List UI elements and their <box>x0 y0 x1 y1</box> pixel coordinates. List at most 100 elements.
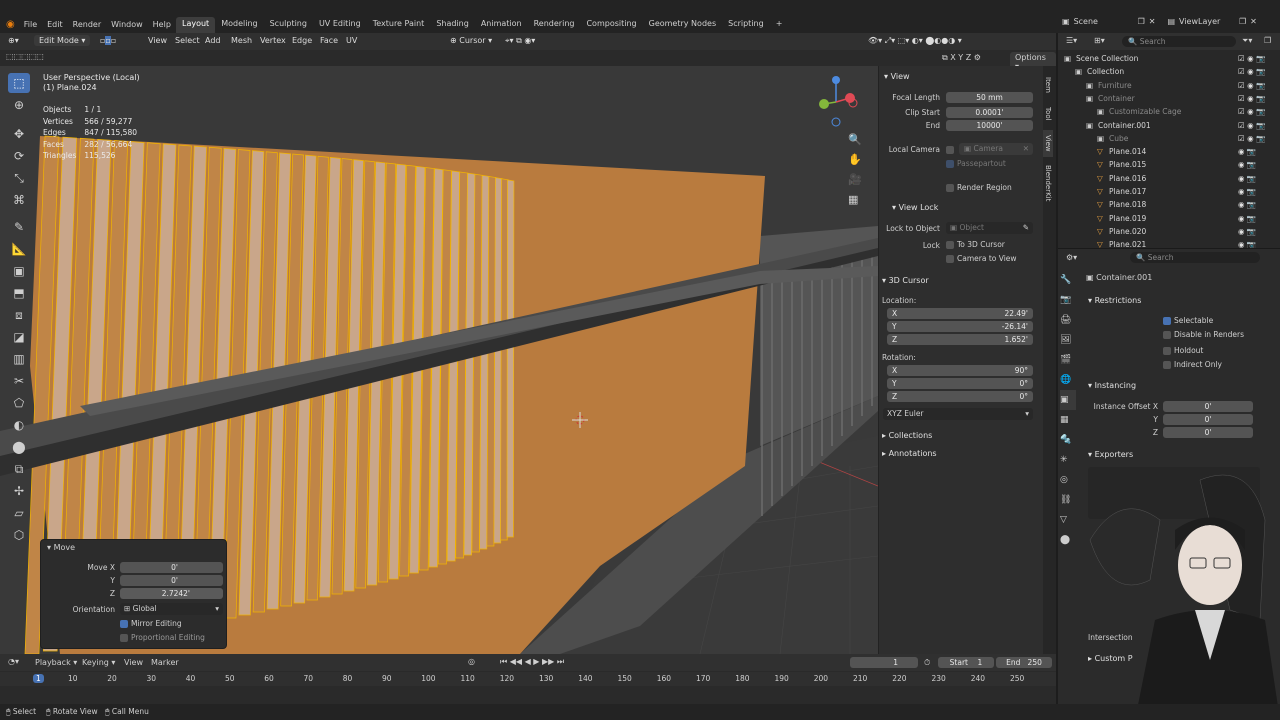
tab-item[interactable]: Item <box>1043 72 1053 98</box>
snap-icon[interactable]: ⌖▾ ⧉ ◉▾ <box>505 36 535 46</box>
shear-tool-icon[interactable]: ▱ <box>8 503 30 523</box>
instance-offset-x[interactable]: 0' <box>1163 401 1253 412</box>
outliner-item[interactable]: ▽ Plane.021 ◉ 📷 <box>1058 238 1280 248</box>
instancing-header[interactable]: ▾ Instancing <box>1088 381 1136 390</box>
outliner-item[interactable]: ▽ Plane.017 ◉ 📷 <box>1058 185 1280 198</box>
tab-uv-editing[interactable]: UV Editing <box>313 17 367 33</box>
current-frame-field[interactable]: 1 <box>850 657 918 668</box>
new-scene-icon[interactable]: ❐ <box>1138 17 1145 26</box>
outliner-item[interactable]: ▣ Container.001 ☑ ◉ 📷 <box>1058 119 1280 132</box>
indirect-only-checkbox[interactable]: Indirect Only <box>1163 360 1222 369</box>
properties-editor-icon[interactable]: ⚙▾ <box>1066 253 1077 262</box>
menu-marker[interactable]: Marker <box>151 658 179 667</box>
menu-edge[interactable]: Edge <box>292 36 312 45</box>
menu-help[interactable]: Help <box>148 20 176 29</box>
collection-props-icon[interactable]: ▣ <box>1060 390 1076 410</box>
tab-view[interactable]: View <box>1043 130 1053 157</box>
visibility-toggle-icon[interactable]: ☑ ◉ 📷 <box>1238 65 1265 78</box>
mode-dropdown[interactable]: Edit Mode ▾ <box>34 35 91 46</box>
extrude-tool-icon[interactable]: ⬒ <box>8 283 30 303</box>
rotate-tool-icon[interactable]: ⟳ <box>8 146 30 166</box>
visibility-toggle-icon[interactable]: ☑ ◉ 📷 <box>1238 92 1265 105</box>
measure-tool-icon[interactable]: 📐 <box>8 239 30 259</box>
outliner-item[interactable]: ▽ Plane.018 ◉ 📷 <box>1058 198 1280 211</box>
timeline-ruler[interactable]: 1 10 20 30 40 50 60 70 80 90 100 110 120 130 140 150 160… <box>0 672 1056 686</box>
delete-view-layer-icon[interactable]: ✕ <box>1250 17 1257 26</box>
pan-hand-icon[interactable]: ✋ <box>848 150 864 170</box>
tab-scripting[interactable]: Scripting <box>722 17 770 33</box>
rip-tool-icon[interactable]: ⬡ <box>8 525 30 545</box>
proportional-editing-checkbox[interactable]: Proportional Editing <box>120 633 205 642</box>
cursor-rot-z[interactable]: Z 0° <box>887 391 1033 402</box>
visibility-toggle-icon[interactable]: ◉ 📷 <box>1238 172 1256 185</box>
passepartout-field[interactable]: Passepartout <box>946 159 1006 168</box>
visibility-toggle-icon[interactable]: ◉ 📷 <box>1238 158 1256 171</box>
lock-object-field[interactable]: ▣ Object ✎ <box>946 222 1033 234</box>
end-frame-field[interactable]: End 250 <box>996 657 1052 668</box>
render-props-icon[interactable]: 📷 <box>1060 290 1076 310</box>
outliner-search[interactable]: 🔍 Search <box>1122 36 1236 47</box>
tool-props-icon[interactable]: 🔧 <box>1060 270 1076 290</box>
menu-uv[interactable]: UV <box>346 36 357 45</box>
outliner-item[interactable]: ▣ Container ☑ ◉ 📷 <box>1058 92 1280 105</box>
scene-name[interactable]: Scene <box>1074 17 1134 26</box>
menu-face[interactable]: Face <box>320 36 338 45</box>
outliner-item[interactable]: ▽ Plane.015 ◉ 📷 <box>1058 158 1280 171</box>
edge-slide-tool-icon[interactable]: ⧉ <box>8 459 30 479</box>
tab-animation[interactable]: Animation <box>475 17 528 33</box>
move-z-field[interactable]: 2.7242' <box>120 588 223 599</box>
visibility-toggle-icon[interactable]: ◉ 📷 <box>1238 238 1256 248</box>
outliner-item[interactable]: ▽ Plane.016 ◉ 📷 <box>1058 172 1280 185</box>
menu-playback[interactable]: Playback ▾ <box>35 658 77 667</box>
annotations-header[interactable]: ▸ Annotations <box>882 449 937 458</box>
instance-offset-y[interactable]: 0' <box>1163 414 1253 425</box>
outliner-item[interactable]: ▣ Customizable Cage ☑ ◉ 📷 <box>1058 105 1280 118</box>
scene-props-icon[interactable]: 🎬 <box>1060 350 1076 370</box>
playback-controls[interactable]: ⏮ ◀◀ ◀ ▶ ▶▶ ⏭ <box>500 657 564 667</box>
select-box-icons[interactable]: ⬚⬚⬚⬚⬚ <box>6 52 44 61</box>
mirror-axis-icons[interactable]: ⧉ X Y Z ⚙ <box>942 53 981 63</box>
spin-tool-icon[interactable]: ◐ <box>8 415 30 435</box>
to-3d-cursor-checkbox[interactable]: To 3D Cursor <box>946 240 1005 249</box>
restrictions-header[interactable]: ▾ Restrictions <box>1088 296 1141 305</box>
outliner-item[interactable]: ▽ Plane.014 ◉ 📷 <box>1058 145 1280 158</box>
camera-view-icon[interactable]: 🎥 <box>848 170 864 190</box>
cursor-loc-x[interactable]: X 22.49' <box>887 308 1033 319</box>
material-props-icon[interactable]: ⬤ <box>1060 530 1076 550</box>
clip-end-field[interactable]: 10000' <box>946 120 1033 131</box>
rotation-mode-dropdown[interactable]: XYZ Euler ▾ <box>883 408 1033 420</box>
new-collection-icon[interactable]: ❐ <box>1264 36 1271 45</box>
tab-texture-paint[interactable]: Texture Paint <box>367 17 431 33</box>
outliner-editor-icon[interactable]: ☰▾ <box>1066 36 1077 45</box>
clip-start-field[interactable]: 0.0001' <box>946 107 1033 118</box>
transform-tool-icon[interactable]: ⌘ <box>8 190 30 210</box>
constraints-props-icon[interactable]: ⛓ <box>1060 490 1076 510</box>
visibility-toggle-icon[interactable]: ☑ ◉ 📷 <box>1238 79 1265 92</box>
cursor-loc-z[interactable]: Z 1.652' <box>887 334 1033 345</box>
render-region-checkbox[interactable]: Render Region <box>946 183 1012 192</box>
bevel-tool-icon[interactable]: ◪ <box>8 327 30 347</box>
visibility-toggle-icon[interactable]: ◉ 📷 <box>1238 212 1256 225</box>
visibility-toggle-icon[interactable]: ☑ ◉ 📷 <box>1238 105 1265 118</box>
timeline-editor-icon[interactable]: ◔▾ <box>8 657 19 666</box>
view-layer-props-icon[interactable]: 🖼 <box>1060 330 1076 350</box>
world-props-icon[interactable]: 🌐 <box>1060 370 1076 390</box>
move-y-field[interactable]: 0' <box>120 575 223 586</box>
outliner-item[interactable]: ▣ Furniture ☑ ◉ 📷 <box>1058 79 1280 92</box>
camera-field[interactable]: ▣ Camera ✕ <box>959 143 1033 155</box>
selectable-checkbox[interactable]: Selectable <box>1163 316 1213 325</box>
particles-props-icon[interactable]: ✳ <box>1060 450 1076 470</box>
cursor-loc-y[interactable]: Y -26.14' <box>887 321 1033 332</box>
tab-blenderkit[interactable]: BlenderKit <box>1043 160 1053 206</box>
outliner-item[interactable]: ▽ Plane.019 ◉ 📷 <box>1058 212 1280 225</box>
select-box-tool-icon[interactable]: ⬚ <box>8 73 30 93</box>
object-props-icon[interactable]: ▦ <box>1060 410 1076 430</box>
inset-tool-icon[interactable]: ⧈ <box>8 305 30 325</box>
menu-keying[interactable]: Keying ▾ <box>82 658 115 667</box>
output-props-icon[interactable]: 🖨 <box>1060 310 1076 330</box>
tab-rendering[interactable]: Rendering <box>528 17 581 33</box>
menu-vertex[interactable]: Vertex <box>260 36 286 45</box>
menu-edit[interactable]: Edit <box>42 20 68 29</box>
filter-icon[interactable]: ⏷▾ <box>1242 36 1252 46</box>
modifier-props-icon[interactable]: 🔩 <box>1060 430 1076 450</box>
